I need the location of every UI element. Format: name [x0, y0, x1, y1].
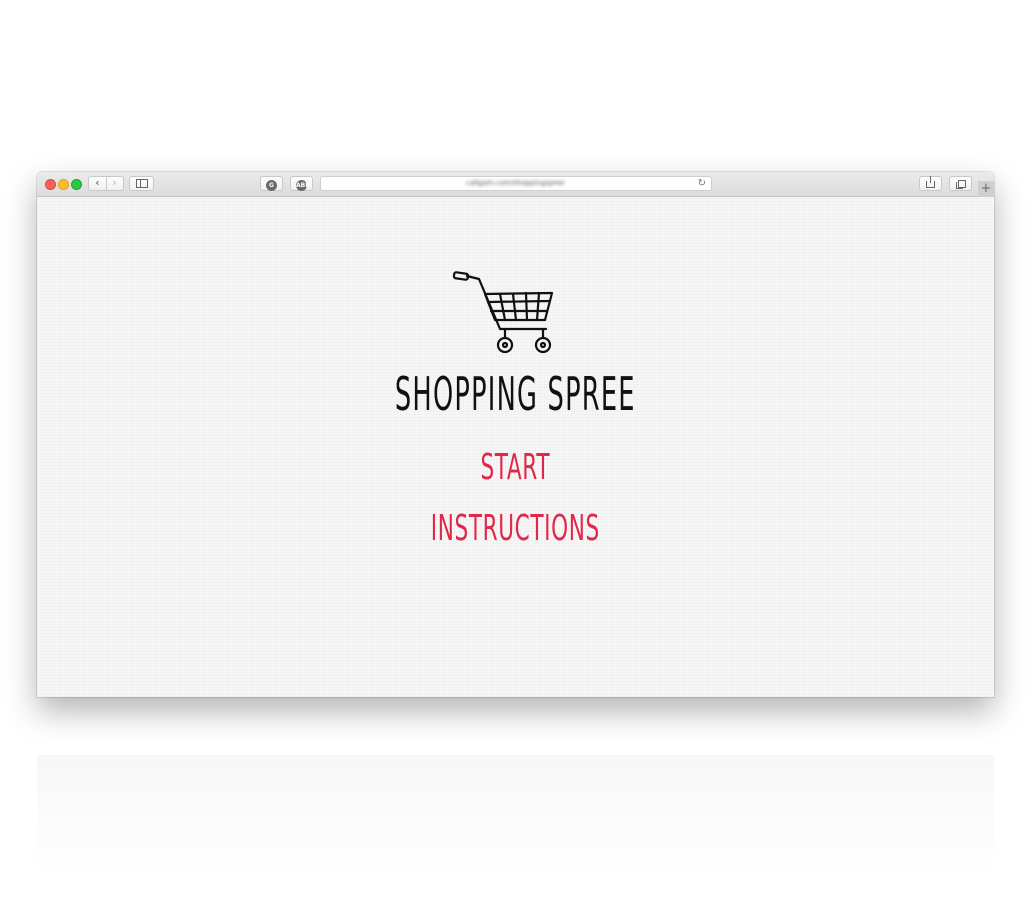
- zoom-window-button[interactable]: [71, 179, 82, 190]
- reload-icon[interactable]: ↻: [698, 177, 706, 190]
- page-content: SHOPPING SPREE START INSTRUCTIONS: [37, 197, 994, 697]
- browser-window: ‹ › G ABP callgam.com/shoppingspree ↻ + …: [37, 172, 994, 697]
- close-window-button[interactable]: [45, 179, 56, 190]
- show-tabs-button[interactable]: [949, 176, 972, 191]
- sidebar-toggle-button[interactable]: [129, 176, 154, 191]
- shopping-cart-icon: [452, 271, 554, 354]
- extension-button-adblock[interactable]: ABP: [290, 176, 313, 191]
- share-button[interactable]: [919, 176, 942, 191]
- chevron-right-icon[interactable]: ›: [106, 177, 123, 190]
- window-reflection: [37, 755, 994, 875]
- game-title: SHOPPING SPREE: [394, 367, 636, 421]
- minimize-window-button[interactable]: [58, 179, 69, 190]
- address-bar[interactable]: callgam.com/shoppingspree ↻: [320, 176, 712, 191]
- url-text: callgam.com/shoppingspree: [466, 179, 565, 187]
- new-tab-button[interactable]: +: [978, 181, 994, 197]
- grammarly-icon: G: [266, 180, 277, 191]
- chevron-left-icon[interactable]: ‹: [89, 177, 107, 190]
- tabs-icon: [955, 180, 966, 189]
- navigation-buttons: ‹ ›: [88, 176, 124, 191]
- adblock-icon: ABP: [296, 180, 310, 191]
- share-icon: [926, 176, 935, 188]
- instructions-button[interactable]: INSTRUCTIONS: [228, 508, 802, 549]
- sidebar-icon: [135, 179, 148, 188]
- start-button[interactable]: START: [228, 447, 802, 488]
- extension-button-grammarly[interactable]: G: [260, 176, 283, 191]
- screenshot-stage: ‹ › G ABP callgam.com/shoppingspree ↻ + …: [0, 0, 1031, 900]
- browser-toolbar: ‹ › G ABP callgam.com/shoppingspree ↻ +: [37, 172, 994, 197]
